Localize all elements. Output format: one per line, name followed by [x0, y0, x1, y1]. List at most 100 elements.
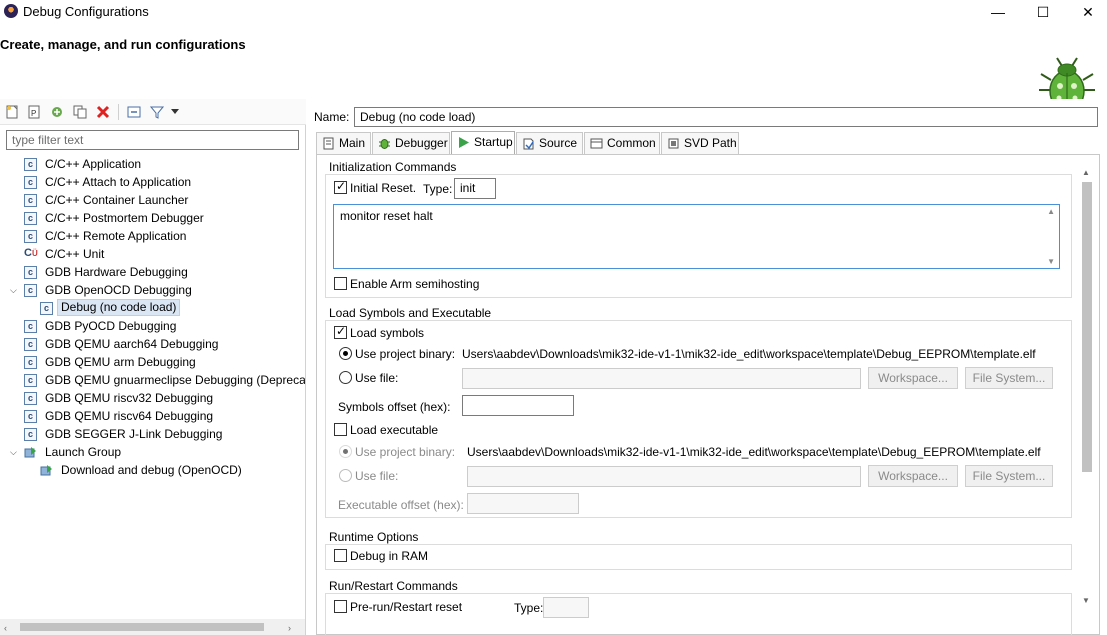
tree-item[interactable]: Download and debug (OpenOCD) [0, 461, 305, 479]
tree-item-label: C/C++ Attach to Application [45, 175, 192, 189]
launch-group-icon [40, 464, 53, 477]
executable-offset-input[interactable] [467, 493, 579, 514]
tree-item-label: C/C++ Unit [45, 247, 105, 261]
configuration-editor: Name: Debug (no code load) Main Debugger S… [307, 99, 1107, 635]
init-commands-textarea[interactable]: monitor reset halt ▲ ▼ [333, 204, 1060, 269]
c-icon: c [24, 194, 37, 207]
window-title: Debug Configurations [23, 4, 149, 19]
filter-menu-chevron-down-icon[interactable] [171, 109, 179, 115]
new-prototype-icon[interactable]: P [27, 105, 41, 119]
tree-item[interactable]: CÜ C/C++ Unit [0, 245, 305, 263]
tree-item[interactable]: c C/C++ Attach to Application [0, 173, 305, 191]
export-config-icon[interactable] [50, 105, 64, 119]
toolbar-separator [118, 104, 119, 120]
tree-item[interactable]: ⌵ c GDB OpenOCD Debugging [0, 281, 305, 299]
debug-in-ram-checkbox[interactable] [334, 549, 347, 562]
symbols-offset-input[interactable] [462, 395, 574, 416]
textarea-scroll-down-icon[interactable]: ▼ [1047, 257, 1055, 266]
expand-chevron-down-icon[interactable]: ⌵ [10, 447, 20, 457]
scroll-left-icon[interactable]: ‹ [4, 623, 7, 633]
tree-item-label: GDB QEMU riscv64 Debugging [45, 409, 214, 423]
tree-item[interactable]: c GDB QEMU gnuarmeclipse Debugging (Depre… [0, 371, 305, 389]
scroll-down-icon[interactable]: ▼ [1082, 596, 1090, 605]
prerun-reset-checkbox[interactable] [334, 600, 347, 613]
reset-type-input[interactable]: init [454, 178, 496, 199]
project-binary-path: Users\aabdev\Downloads\mik32-ide-v1-1\mi… [462, 347, 1036, 361]
use-file-radio[interactable] [339, 371, 352, 384]
tab-common[interactable]: Common [584, 132, 660, 154]
symbols-file-system-button[interactable]: File System... [965, 367, 1053, 389]
tree-item-label: GDB OpenOCD Debugging [45, 283, 192, 297]
tree-item[interactable]: c GDB Hardware Debugging [0, 263, 305, 281]
name-input[interactable]: Debug (no code load) [354, 107, 1098, 127]
symbols-file-input[interactable] [462, 368, 861, 389]
use-file-label: Use file: [355, 371, 399, 385]
use-project-binary-label: Use project binary: [355, 347, 456, 361]
load-executable-checkbox[interactable] [334, 423, 347, 436]
c-icon: c [24, 428, 37, 441]
tab-source[interactable]: Source [516, 132, 583, 154]
exec-file-system-button[interactable]: File System... [965, 465, 1053, 487]
exec-workspace-button[interactable]: Workspace... [868, 465, 958, 487]
tree-item[interactable]: c C/C++ Application [0, 155, 305, 173]
tree-item[interactable]: ⌵ Launch Group [0, 443, 305, 461]
name-label: Name: [314, 110, 350, 124]
tree-item[interactable]: c GDB SEGGER J-Link Debugging [0, 425, 305, 443]
tree-item[interactable]: c GDB QEMU riscv32 Debugging [0, 389, 305, 407]
tree-horizontal-scrollbar[interactable]: ‹ › [0, 619, 305, 635]
load-symbols-checkbox[interactable] [334, 324, 347, 339]
collapse-all-icon[interactable] [127, 105, 141, 119]
maximize-button[interactable]: ☐ [1020, 0, 1066, 24]
c-icon: c [24, 230, 37, 243]
scroll-up-icon[interactable]: ▲ [1082, 168, 1090, 177]
content-vertical-scrollbar[interactable]: ▲ ▼ [1079, 168, 1095, 610]
duplicate-config-icon[interactable] [73, 105, 87, 119]
tab-startup[interactable]: Startup [451, 131, 515, 154]
scrollbar-thumb[interactable] [20, 623, 264, 631]
source-tab-icon [522, 137, 535, 150]
tree-item[interactable]: c C/C++ Remote Application [0, 227, 305, 245]
textarea-scroll-up-icon[interactable]: ▲ [1047, 207, 1055, 216]
prerun-type-input[interactable] [543, 597, 589, 618]
semihosting-checkbox[interactable] [334, 277, 347, 290]
config-toolbar: P [0, 99, 306, 125]
exec-file-input[interactable] [467, 466, 861, 487]
tab-main[interactable]: Main [316, 132, 371, 154]
tab-label: Common [607, 136, 656, 150]
tree-item[interactable]: c C/C++ Container Launcher [0, 191, 305, 209]
symbols-workspace-button[interactable]: Workspace... [868, 367, 958, 389]
debugger-tab-icon [378, 137, 391, 150]
filter-input[interactable]: type filter text [6, 130, 299, 150]
tree-item-label: Debug (no code load) [57, 299, 181, 316]
dialog-header: Create, manage, and run configurations [0, 24, 1107, 112]
close-button[interactable]: ✕ [1065, 0, 1107, 24]
tree-item-selected[interactable]: c Debug (no code load) [0, 299, 305, 317]
delete-config-icon[interactable] [96, 105, 110, 119]
run-restart-title: Run/Restart Commands [329, 579, 458, 593]
tab-svd-path[interactable]: SVD Path [661, 132, 739, 154]
tab-debugger[interactable]: Debugger [372, 132, 450, 154]
expand-chevron-down-icon[interactable]: ⌵ [10, 285, 20, 295]
tree-item[interactable]: c GDB QEMU riscv64 Debugging [0, 407, 305, 425]
new-config-icon[interactable] [5, 105, 19, 119]
tree-item[interactable]: c GDB QEMU arm Debugging [0, 353, 305, 371]
tree-item[interactable]: c C/C++ Postmortem Debugger [0, 209, 305, 227]
c-icon: c [24, 356, 37, 369]
minimize-button[interactable]: — [975, 0, 1021, 24]
tree-item[interactable]: c GDB QEMU aarch64 Debugging [0, 335, 305, 353]
initial-reset-checkbox[interactable] [334, 179, 347, 194]
content-scrollbar-thumb[interactable] [1082, 182, 1092, 472]
init-commands-title: Initialization Commands [329, 160, 457, 174]
scroll-right-icon[interactable]: › [288, 623, 291, 633]
c-icon: c [24, 176, 37, 189]
startup-tab-icon [457, 136, 470, 149]
load-symbols-label: Load symbols [350, 326, 425, 340]
exec-use-file-radio[interactable] [339, 469, 352, 482]
use-project-binary-radio[interactable] [339, 347, 352, 360]
c-icon: c [24, 266, 37, 279]
exec-use-project-binary-radio[interactable] [339, 445, 352, 458]
tab-label: Source [539, 136, 578, 150]
tree-item-label: GDB QEMU riscv32 Debugging [45, 391, 214, 405]
tree-item[interactable]: c GDB PyOCD Debugging [0, 317, 305, 335]
filter-icon[interactable] [150, 105, 164, 119]
